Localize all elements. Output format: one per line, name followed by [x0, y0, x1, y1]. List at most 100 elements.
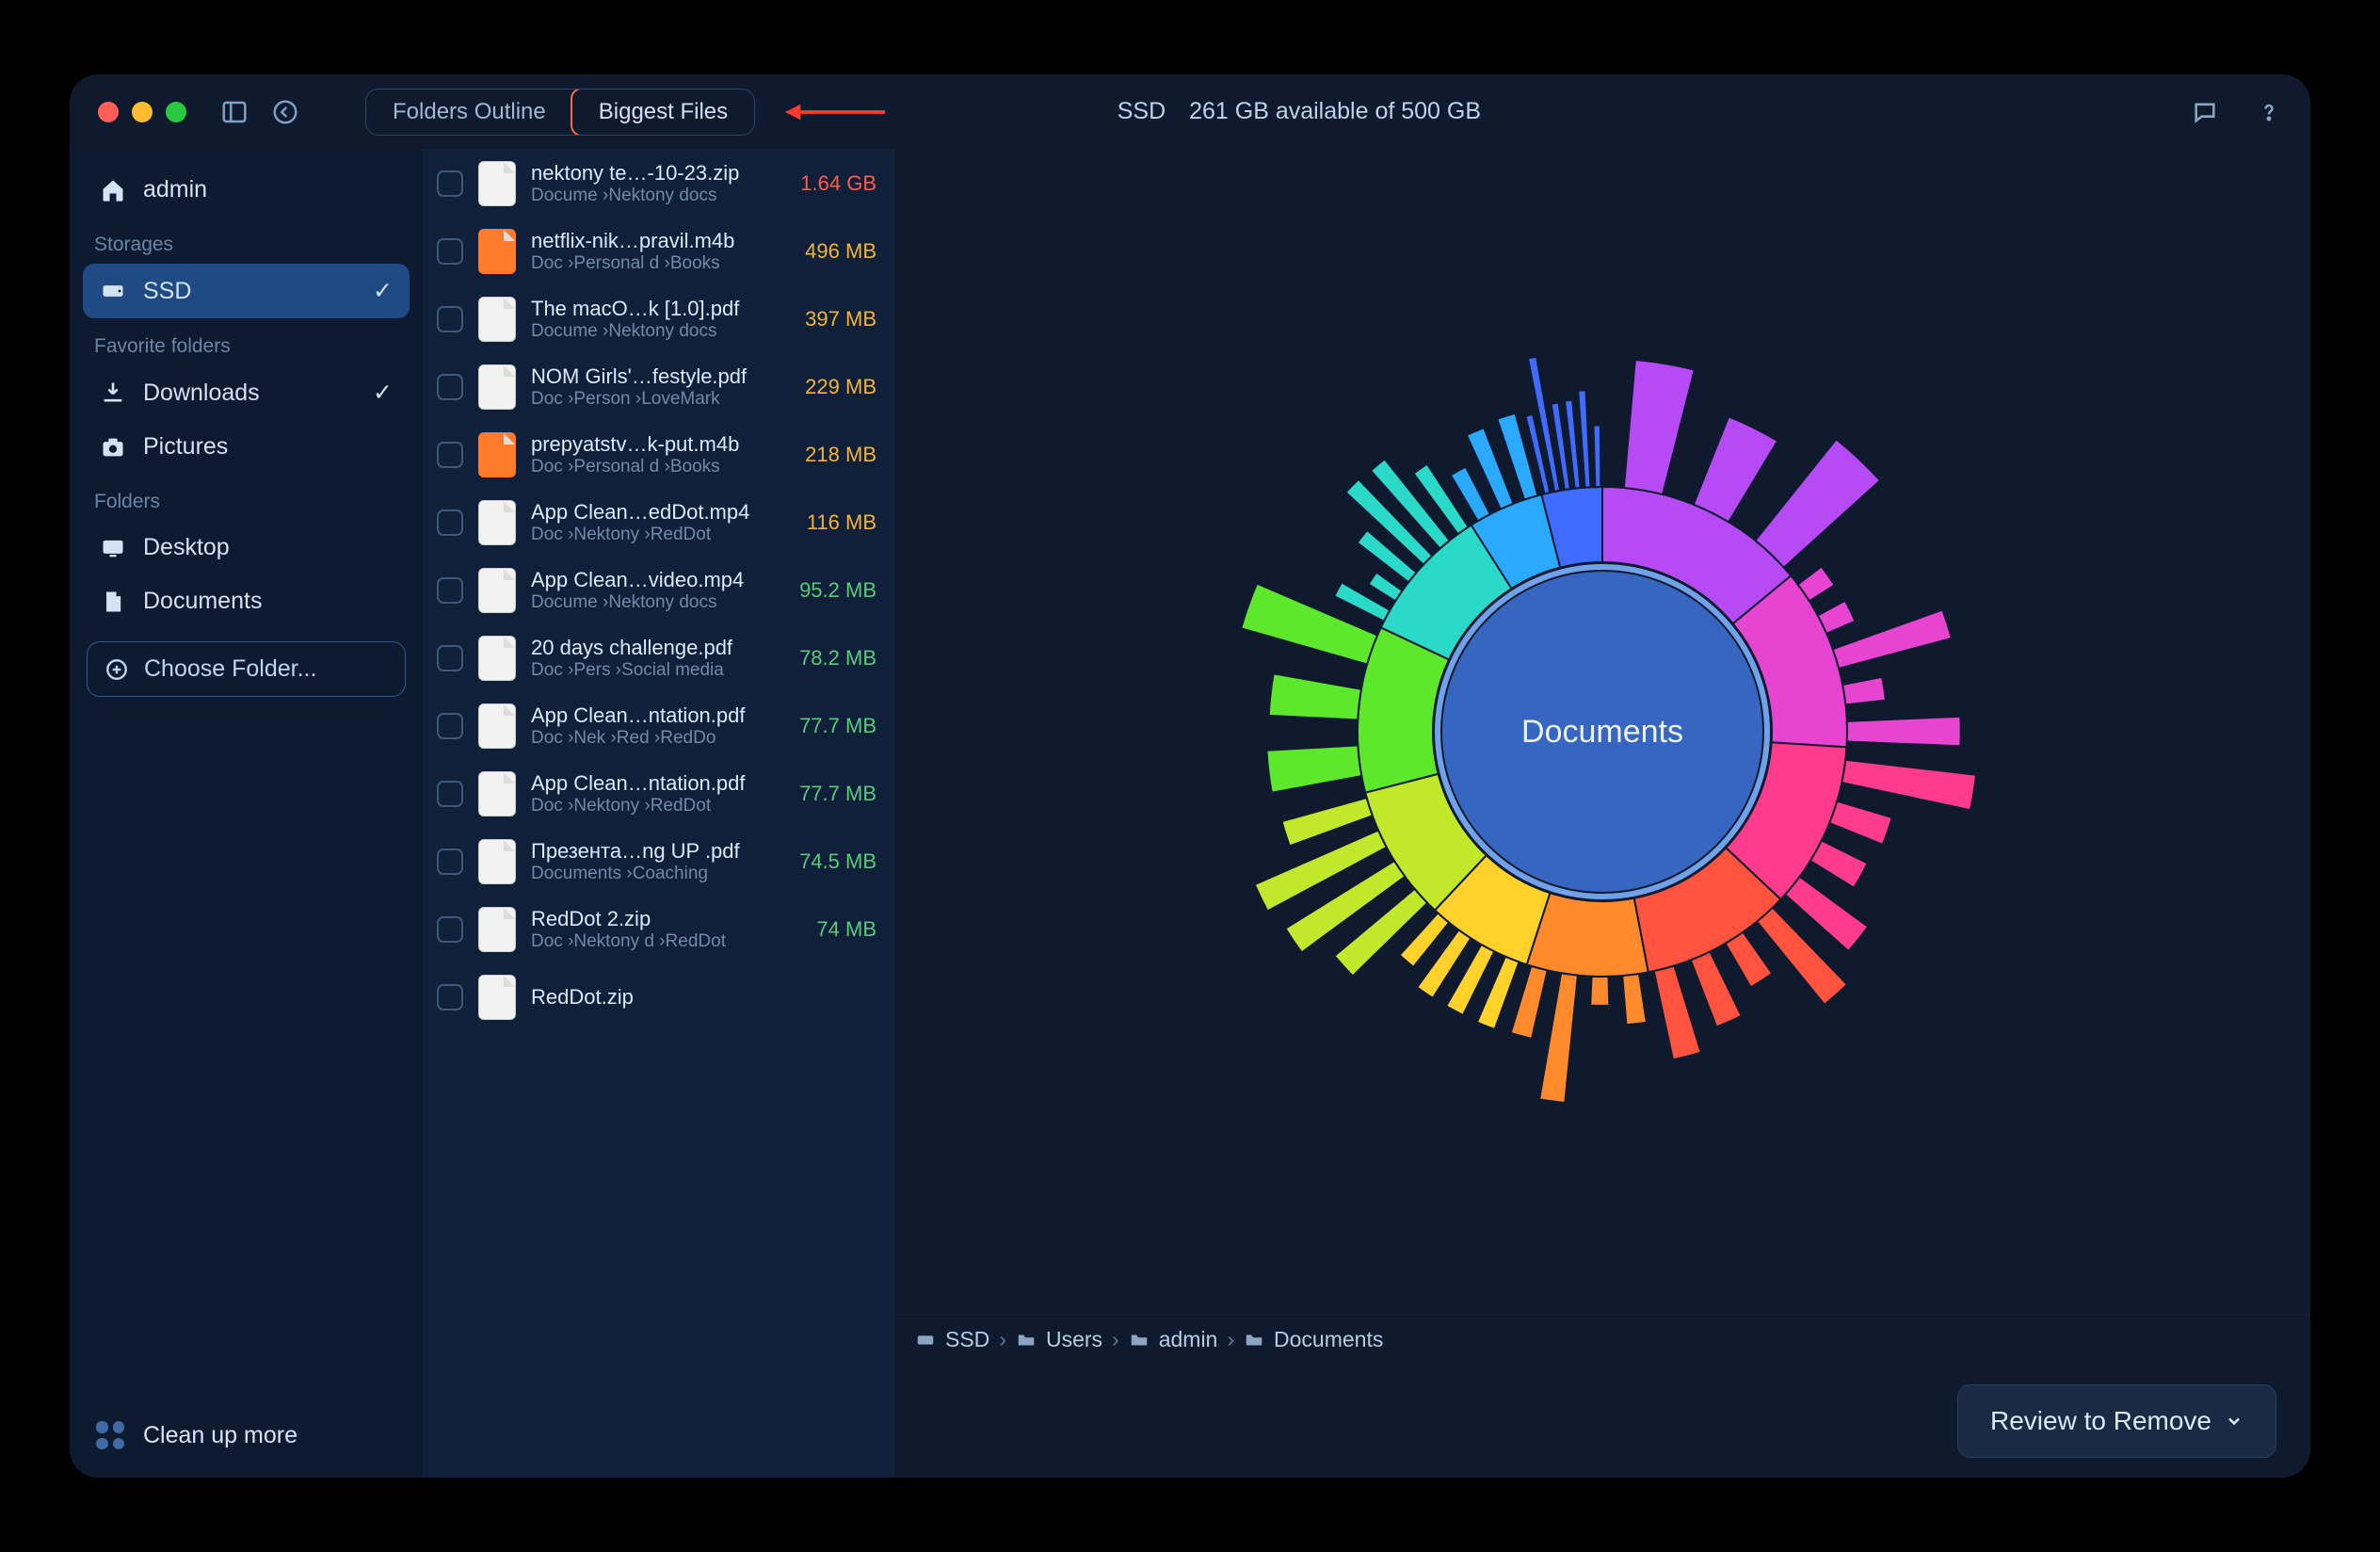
- sunburst-chart[interactable]: Documents: [894, 150, 2310, 1314]
- checkbox[interactable]: [437, 849, 463, 875]
- file-size: 397 MB: [773, 307, 876, 331]
- crumb[interactable]: Users: [1046, 1327, 1102, 1352]
- file-path: Docume ›Nektony docs: [531, 321, 758, 342]
- document-icon: [100, 589, 126, 615]
- view-tabs: Folders Outline Biggest Files: [365, 89, 755, 136]
- file-name: App Clean…edDot.mp4: [531, 500, 758, 525]
- window-controls: [98, 102, 186, 122]
- callout-arrow-icon: [783, 101, 887, 123]
- file-row[interactable]: nektony te…-10-23.zipDocume ›Nektony doc…: [424, 150, 893, 218]
- drive-icon: [100, 278, 126, 304]
- status-available-text: 261 GB available of 500 GB: [1189, 98, 1481, 124]
- file-info: App Clean…edDot.mp4Doc ›Nektony ›RedDot: [531, 500, 758, 545]
- file-name: NOM Girls'…festyle.pdf: [531, 364, 758, 389]
- choose-folder-button[interactable]: Choose Folder...: [87, 641, 406, 697]
- maximize-icon[interactable]: [166, 102, 186, 122]
- minimize-icon[interactable]: [132, 102, 153, 122]
- download-icon: [100, 380, 126, 406]
- status-drive-name: SSD: [1118, 98, 1166, 124]
- titlebar: Folders Outline Biggest Files SSD 261 GB…: [70, 74, 2310, 150]
- close-icon[interactable]: [98, 102, 119, 122]
- file-name: nektony te…-10-23.zip: [531, 161, 758, 186]
- file-icon: [478, 229, 516, 274]
- file-row[interactable]: prepyatstv…k-put.m4bDoc ›Personal d ›Boo…: [424, 421, 893, 489]
- checkbox[interactable]: [437, 306, 463, 332]
- crumb[interactable]: admin: [1159, 1327, 1218, 1352]
- file-info: Презента…ng UP .pdfDocuments ›Coaching: [531, 839, 758, 884]
- folder-icon: [1244, 1330, 1264, 1350]
- checkbox[interactable]: [437, 442, 463, 468]
- sidebar-item-documents[interactable]: Documents: [83, 574, 410, 628]
- sidebar-toggle-icon[interactable]: [220, 98, 249, 126]
- back-icon[interactable]: [271, 98, 299, 126]
- section-storages: Storages: [83, 217, 410, 264]
- file-path: Docume ›Nektony docs: [531, 186, 758, 206]
- file-row[interactable]: App Clean…edDot.mp4Doc ›Nektony ›RedDot 1…: [424, 489, 893, 557]
- help-icon[interactable]: [2256, 99, 2282, 125]
- sidebar-item-label: Pictures: [143, 433, 228, 461]
- folder-icon: [1016, 1330, 1037, 1350]
- checkbox[interactable]: [437, 509, 463, 536]
- file-name: The macO…k [1.0].pdf: [531, 297, 758, 321]
- review-to-remove-button[interactable]: Review to Remove: [1957, 1384, 2276, 1458]
- sidebar-item-ssd[interactable]: SSD ✓: [83, 264, 410, 318]
- file-icon: [478, 161, 516, 206]
- drive-icon: [915, 1330, 936, 1350]
- check-icon: ✓: [373, 379, 393, 407]
- cleanup-more-button[interactable]: Clean up more: [83, 1397, 410, 1478]
- sidebar-item-home[interactable]: admin: [83, 163, 410, 217]
- checkbox[interactable]: [437, 238, 463, 265]
- sidebar-item-desktop[interactable]: Desktop: [83, 521, 410, 574]
- file-name: Презента…ng UP .pdf: [531, 839, 758, 864]
- checkbox[interactable]: [437, 916, 463, 943]
- checkbox[interactable]: [437, 170, 463, 197]
- checkbox[interactable]: [437, 984, 463, 1010]
- file-row[interactable]: NOM Girls'…festyle.pdfDoc ›Person ›LoveM…: [424, 353, 893, 421]
- file-icon: [478, 771, 516, 816]
- file-row[interactable]: App Clean…ntation.pdfDoc ›Nek ›Red ›RedD…: [424, 692, 893, 760]
- storage-status: SSD 261 GB available of 500 GB: [1118, 98, 1481, 125]
- feedback-icon[interactable]: [2192, 99, 2218, 125]
- tab-folders-outline[interactable]: Folders Outline: [366, 89, 572, 135]
- file-row[interactable]: App Clean…video.mp4Docume ›Nektony docs9…: [424, 557, 893, 624]
- checkbox[interactable]: [437, 577, 463, 604]
- file-row[interactable]: RedDot 2.zipDoc ›Nektony d ›RedDot74 MB: [424, 896, 893, 963]
- checkbox[interactable]: [437, 374, 463, 400]
- review-label: Review to Remove: [1990, 1406, 2211, 1436]
- file-name: 20 days challenge.pdf: [531, 636, 758, 660]
- file-path: Doc ›Personal d ›Books: [531, 457, 758, 477]
- app-window: Folders Outline Biggest Files SSD 261 GB…: [70, 74, 2310, 1478]
- tab-biggest-files[interactable]: Biggest Files: [571, 89, 755, 136]
- file-icon: [478, 568, 516, 613]
- file-size: 496 MB: [773, 239, 876, 264]
- desktop-icon: [100, 535, 126, 561]
- sidebar-item-label: Documents: [143, 588, 262, 615]
- file-size: 77.7 MB: [773, 782, 876, 806]
- home-icon: [100, 177, 126, 203]
- checkbox[interactable]: [437, 781, 463, 807]
- check-icon: ✓: [373, 277, 393, 305]
- biggest-files-list[interactable]: nektony te…-10-23.zipDocume ›Nektony doc…: [424, 150, 894, 1478]
- cleanup-label: Clean up more: [143, 1422, 298, 1449]
- file-size: 116 MB: [773, 510, 876, 535]
- file-row[interactable]: netflix-nik…pravil.m4bDoc ›Personal d ›B…: [424, 218, 893, 285]
- section-folders: Folders: [83, 474, 410, 521]
- file-name: App Clean…video.mp4: [531, 568, 758, 592]
- checkbox[interactable]: [437, 645, 463, 671]
- file-row[interactable]: 20 days challenge.pdfDoc ›Pers ›Social m…: [424, 624, 893, 692]
- crumb[interactable]: SSD: [945, 1327, 989, 1352]
- file-row[interactable]: The macO…k [1.0].pdfDocume ›Nektony docs…: [424, 285, 893, 353]
- file-icon: [478, 975, 516, 1020]
- file-size: 78.2 MB: [773, 646, 876, 671]
- sidebar-item-pictures[interactable]: Pictures: [83, 420, 410, 474]
- file-row[interactable]: Презента…ng UP .pdfDocuments ›Coaching74…: [424, 828, 893, 896]
- file-row[interactable]: RedDot.zip: [424, 963, 893, 1031]
- file-icon: [478, 636, 516, 681]
- file-row[interactable]: App Clean…ntation.pdfDoc ›Nektony ›RedDo…: [424, 760, 893, 828]
- file-path: Docume ›Nektony docs: [531, 592, 758, 613]
- plus-circle-icon: [105, 657, 129, 682]
- checkbox[interactable]: [437, 713, 463, 739]
- file-icon: [478, 432, 516, 477]
- crumb[interactable]: Documents: [1274, 1327, 1383, 1352]
- sidebar-item-downloads[interactable]: Downloads ✓: [83, 365, 410, 420]
